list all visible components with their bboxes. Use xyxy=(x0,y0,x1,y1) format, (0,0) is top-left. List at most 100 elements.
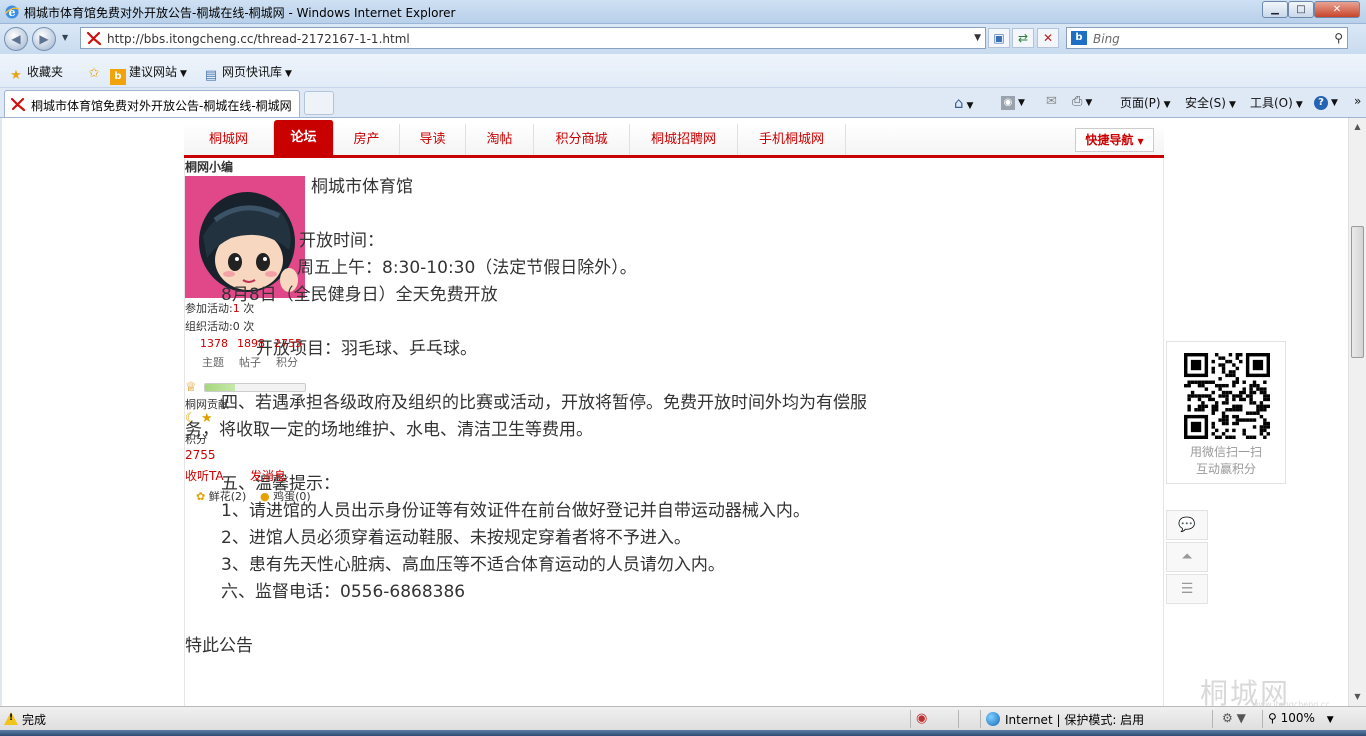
tab-active[interactable]: 桐城市体育馆免费对外开放公告-桐城在线-桐城网 xyxy=(4,90,300,117)
post-line: 1、请进馆的人员出示身份证等有效证件在前台做好登记并自带运动器械入内。 xyxy=(221,501,810,521)
feeds-button[interactable]: ◉ ▼ xyxy=(1001,94,1025,110)
post-line: 务，将收取一定的场地维护、水电、清洁卫生等费用。 xyxy=(185,420,593,440)
refresh-button[interactable]: ⇄ xyxy=(1012,28,1034,48)
site-nav: 桐城网 论坛 房产 导读 淘帖 积分商城 桐城招聘网 手机桐城网 xyxy=(184,120,1164,158)
post-line: 2、进馆人员必须穿着运动鞋服、未按规定穿着者将不予进入。 xyxy=(221,528,691,548)
flower-icon: ✿ xyxy=(196,490,206,503)
search-placeholder: Bing xyxy=(1093,32,1120,46)
search-icon[interactable]: ⚲ xyxy=(1334,31,1343,45)
points-value: 2755 xyxy=(185,448,216,462)
avatar[interactable] xyxy=(185,176,305,298)
add-favorite-button[interactable]: ✩ xyxy=(86,63,105,82)
scrollbar-thumb[interactable] xyxy=(1351,226,1364,358)
rss-feed-icon: ◉ xyxy=(1001,96,1015,110)
post-line: 四、若遇承担各级政府及组织的比赛或活动，开放将暂停。免费开放时间外均为有偿服 xyxy=(221,393,867,413)
vertical-scrollbar[interactable]: ▲ ▼ xyxy=(1348,118,1366,706)
close-button[interactable]: ✕ xyxy=(1314,1,1360,18)
printer-icon: ⎙ xyxy=(1072,94,1083,109)
suggested-sites-button[interactable]: b 建议网站 ▼ xyxy=(110,63,187,85)
post-line: 3、患有先天性心脏病、高血压等不适合体育运动的人员请勿入内。 xyxy=(221,555,725,575)
chevron-down-icon: ▼ xyxy=(1163,100,1171,110)
star-icon: ★ xyxy=(201,411,213,426)
stat-posts-value[interactable]: 1898 xyxy=(237,337,265,350)
chevron-down-icon: ▼ xyxy=(1018,98,1025,108)
nav-item-home[interactable]: 桐城网 xyxy=(184,124,274,155)
bing-icon: b xyxy=(110,69,126,85)
address-dropdown-icon[interactable]: ▼ xyxy=(974,33,981,43)
web-slice-icon: ▤ xyxy=(204,68,218,83)
address-url: http://bbs.itongcheng.cc/thread-2172167-… xyxy=(107,32,410,46)
taskbar xyxy=(0,730,1366,736)
nav-item-forum[interactable]: 论坛 xyxy=(274,120,334,155)
scroll-up-icon[interactable]: ▲ xyxy=(1349,118,1366,135)
print-button[interactable]: ⎙ ▼ xyxy=(1072,94,1092,109)
stat-threads-label: 主题 xyxy=(202,356,224,369)
wechat-qr-widget: 用微信扫一扫 互动赢积分 xyxy=(1166,341,1286,484)
list-button[interactable]: ☰ xyxy=(1166,574,1208,604)
forward-button[interactable]: ▶ xyxy=(32,27,56,51)
minimize-button[interactable]: ▁ xyxy=(1262,1,1288,18)
safety-menu[interactable]: 安全(S) ▼ xyxy=(1185,94,1236,111)
maximize-button[interactable]: □ xyxy=(1288,1,1314,18)
stat-points-value[interactable]: 2755 xyxy=(274,337,302,350)
quick-nav-button[interactable]: 快捷导航 ▼ xyxy=(1075,128,1154,152)
zoom-level[interactable]: ⚲ 100% ▼ xyxy=(1268,711,1334,725)
tools-menu[interactable]: 工具(O) ▼ xyxy=(1250,94,1303,111)
address-bar[interactable]: http://bbs.itongcheng.cc/thread-2172167-… xyxy=(80,27,986,49)
window-title: 桐城市体育馆免费对外开放公告-桐城在线-桐城网 - Windows Intern… xyxy=(24,6,456,20)
add-favorite-icon: ✩ xyxy=(88,66,100,81)
favorites-button[interactable]: ★ 收藏夹 xyxy=(8,63,63,84)
post-line: 周五上午：8:30-10:30（法定节假日除外）。 xyxy=(297,258,637,278)
security-zone[interactable]: Internet | 保护模式: 启用 xyxy=(986,711,1144,728)
post-heading: 桐城市体育馆 xyxy=(311,177,413,197)
history-dropdown-icon[interactable]: ▼ xyxy=(62,33,68,42)
site-favicon-icon xyxy=(10,97,26,112)
home-icon: ⌂ xyxy=(954,94,964,112)
activities-joined: 参加活动:1 次 xyxy=(185,302,255,315)
back-to-top-button[interactable]: ⏶ xyxy=(1166,542,1208,572)
tab-title: 桐城市体育馆免费对外开放公告-桐城在线-桐城网 xyxy=(31,99,292,113)
nav-item-house[interactable]: 房产 xyxy=(334,124,400,155)
author-name[interactable]: 桐网小编 xyxy=(185,158,233,175)
home-button[interactable]: ⌂ ▼ xyxy=(954,94,973,112)
new-tab-button[interactable] xyxy=(304,91,334,115)
forum-page-frame xyxy=(184,124,1164,706)
toolbar-overflow-button[interactable]: » xyxy=(1354,94,1361,108)
points-label: 积分 xyxy=(185,433,207,446)
chevron-down-icon: ▼ xyxy=(966,101,974,111)
qr-code xyxy=(1184,353,1270,439)
back-button[interactable]: ◀ xyxy=(4,27,28,51)
nav-item-mobile[interactable]: 手机桐城网 xyxy=(738,124,846,155)
protected-mode-icon[interactable]: ⚙ ▼ xyxy=(1222,711,1246,725)
nav-item-points-mall[interactable]: 积分商城 xyxy=(534,124,630,155)
privacy-report-icon[interactable]: ◉ xyxy=(916,711,927,726)
read-mail-button[interactable]: ✉ xyxy=(1046,94,1057,109)
comment-button[interactable]: 💬 xyxy=(1166,510,1208,540)
eggs-button[interactable]: ● 鸡蛋(0) xyxy=(260,488,311,504)
page-menu[interactable]: 页面(P) ▼ xyxy=(1120,94,1171,111)
help-button[interactable]: ? ▼ xyxy=(1314,94,1338,110)
nav-item-jobs[interactable]: 桐城招聘网 xyxy=(630,124,738,155)
send-message-link[interactable]: 发消息 xyxy=(250,467,286,484)
stop-button[interactable]: ✕ xyxy=(1037,28,1059,48)
post-line: 六、监督电话：0556-6868386 xyxy=(221,582,466,602)
crown-icon: ♕ xyxy=(185,380,197,395)
follow-link[interactable]: 收听TA xyxy=(185,467,224,484)
status-text: 完成 xyxy=(22,713,47,727)
web-slice-gallery-button[interactable]: ▤ 网页快讯库 ▼ xyxy=(203,63,292,84)
search-box[interactable]: b Bing ⚲ xyxy=(1066,27,1348,49)
zoom-icon: ⚲ xyxy=(1268,711,1277,725)
egg-icon: ● xyxy=(260,490,270,503)
qr-caption-line1: 用微信扫一扫 xyxy=(1189,445,1262,459)
stat-threads-value[interactable]: 1378 xyxy=(200,337,228,350)
nav-item-collections[interactable]: 淘帖 xyxy=(466,124,534,155)
page-edge xyxy=(0,118,2,706)
scroll-down-icon[interactable]: ▼ xyxy=(1349,688,1366,705)
nav-item-guide[interactable]: 导读 xyxy=(400,124,466,155)
mail-icon: ✉ xyxy=(1046,94,1057,109)
list-icon: ☰ xyxy=(1180,581,1194,597)
comment-icon: 💬 xyxy=(1178,517,1196,533)
compatibility-view-button[interactable]: ▣ xyxy=(988,28,1010,48)
favorites-bar: ★ 收藏夹 ✩ b 建议网站 ▼ ▤ 网页快讯库 ▼ xyxy=(0,54,1366,88)
flowers-button[interactable]: ✿ 鲜花(2) xyxy=(196,488,246,504)
